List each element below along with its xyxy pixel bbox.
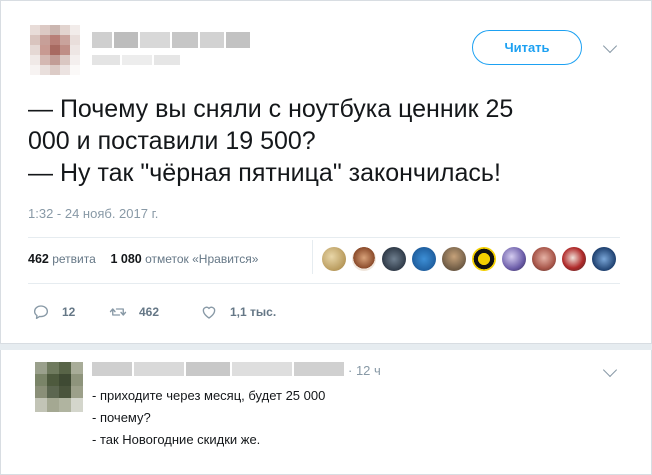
author-handle xyxy=(92,52,182,68)
retweet-count: 462 xyxy=(139,305,160,319)
avatar[interactable] xyxy=(382,247,406,271)
avatar[interactable] xyxy=(562,247,586,271)
likes-label: отметок «Нравится» xyxy=(145,252,259,266)
retweets-label: ретвита xyxy=(52,252,96,266)
retweet-icon xyxy=(109,308,127,316)
reply-line: - приходите через месяц, будет 25 000 xyxy=(92,388,326,403)
tweet-line: — Почему вы сняли с ноутбука ценник 25 xyxy=(28,95,514,123)
tweet-stats: 462 ретвита 1 080 отметок «Нравится» xyxy=(28,252,258,266)
tweet-line: 000 и поставили 19 500? xyxy=(28,127,316,155)
avatar[interactable] xyxy=(472,247,496,271)
likes-stat[interactable]: 1 080 отметок «Нравится» xyxy=(110,252,258,266)
retweets-count: 462 xyxy=(28,252,49,266)
heart-icon xyxy=(202,306,216,319)
avatar[interactable] xyxy=(592,247,616,271)
divider xyxy=(28,283,620,284)
avatar[interactable] xyxy=(412,247,436,271)
reply-line: - так Новогодние скидки же. xyxy=(92,432,261,447)
divider xyxy=(312,240,313,274)
avatar[interactable] xyxy=(502,247,526,271)
reply-text: - приходите через месяц, будет 25 000 - … xyxy=(92,385,325,451)
reply-button[interactable]: 12 xyxy=(32,303,75,321)
reply-count: 12 xyxy=(62,305,76,319)
follow-button[interactable]: Читать xyxy=(472,30,582,65)
divider xyxy=(28,237,620,238)
section-separator xyxy=(0,343,652,350)
avatar[interactable] xyxy=(352,247,376,271)
tweet-text: — Почему вы сняли с ноутбука ценник 25 0… xyxy=(28,93,628,189)
author-avatar[interactable] xyxy=(30,25,80,80)
avatar[interactable] xyxy=(442,247,466,271)
like-count: 1,1 тыс. xyxy=(230,305,277,319)
avatar[interactable] xyxy=(532,247,556,271)
reply-timestamp[interactable]: · 12 ч xyxy=(348,363,381,378)
reply-avatar[interactable] xyxy=(35,362,83,412)
tweet-timestamp[interactable]: 1:32 - 24 нояб. 2017 г. xyxy=(28,206,158,221)
tweet-line: — Ну так "чёрная пятница" закончилась! xyxy=(28,159,501,187)
avatar[interactable] xyxy=(322,247,346,271)
like-button[interactable]: 1,1 тыс. xyxy=(200,303,276,321)
reply-author-name[interactable] xyxy=(92,360,346,378)
retweet-button[interactable]: 462 xyxy=(109,303,159,321)
retweets-stat[interactable]: 462 ретвита xyxy=(28,252,99,266)
likes-count: 1 080 xyxy=(110,252,142,266)
reply-line: - почему? xyxy=(92,410,151,425)
reply-icon xyxy=(33,305,49,320)
author-name[interactable] xyxy=(92,28,252,52)
